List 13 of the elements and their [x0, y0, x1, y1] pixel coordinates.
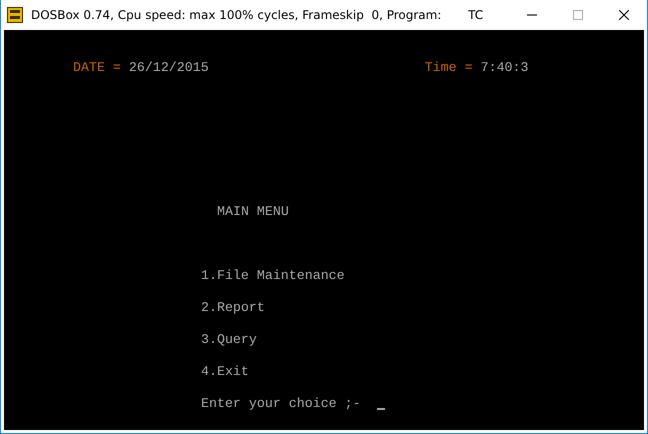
- close-icon: [619, 10, 629, 20]
- time-label: Time: [424, 60, 457, 76]
- equals-sign: =: [464, 60, 473, 76]
- date-label: DATE: [73, 60, 105, 76]
- text-cursor: [376, 408, 385, 410]
- time-value: 7:40:3: [480, 60, 528, 76]
- menu-title: MAIN MENU: [217, 204, 289, 220]
- window-title: DOSBox 0.74, Cpu speed: max 100% cycles, Frameskip 0, Program: TC: [31, 8, 484, 22]
- prompt-text: Enter your choice ;-: [201, 396, 361, 412]
- dosbox-logo-icon: [7, 7, 23, 23]
- date-value: 26/12/2015: [128, 60, 209, 76]
- maximize-icon: [573, 10, 583, 20]
- equals-sign: =: [112, 60, 121, 76]
